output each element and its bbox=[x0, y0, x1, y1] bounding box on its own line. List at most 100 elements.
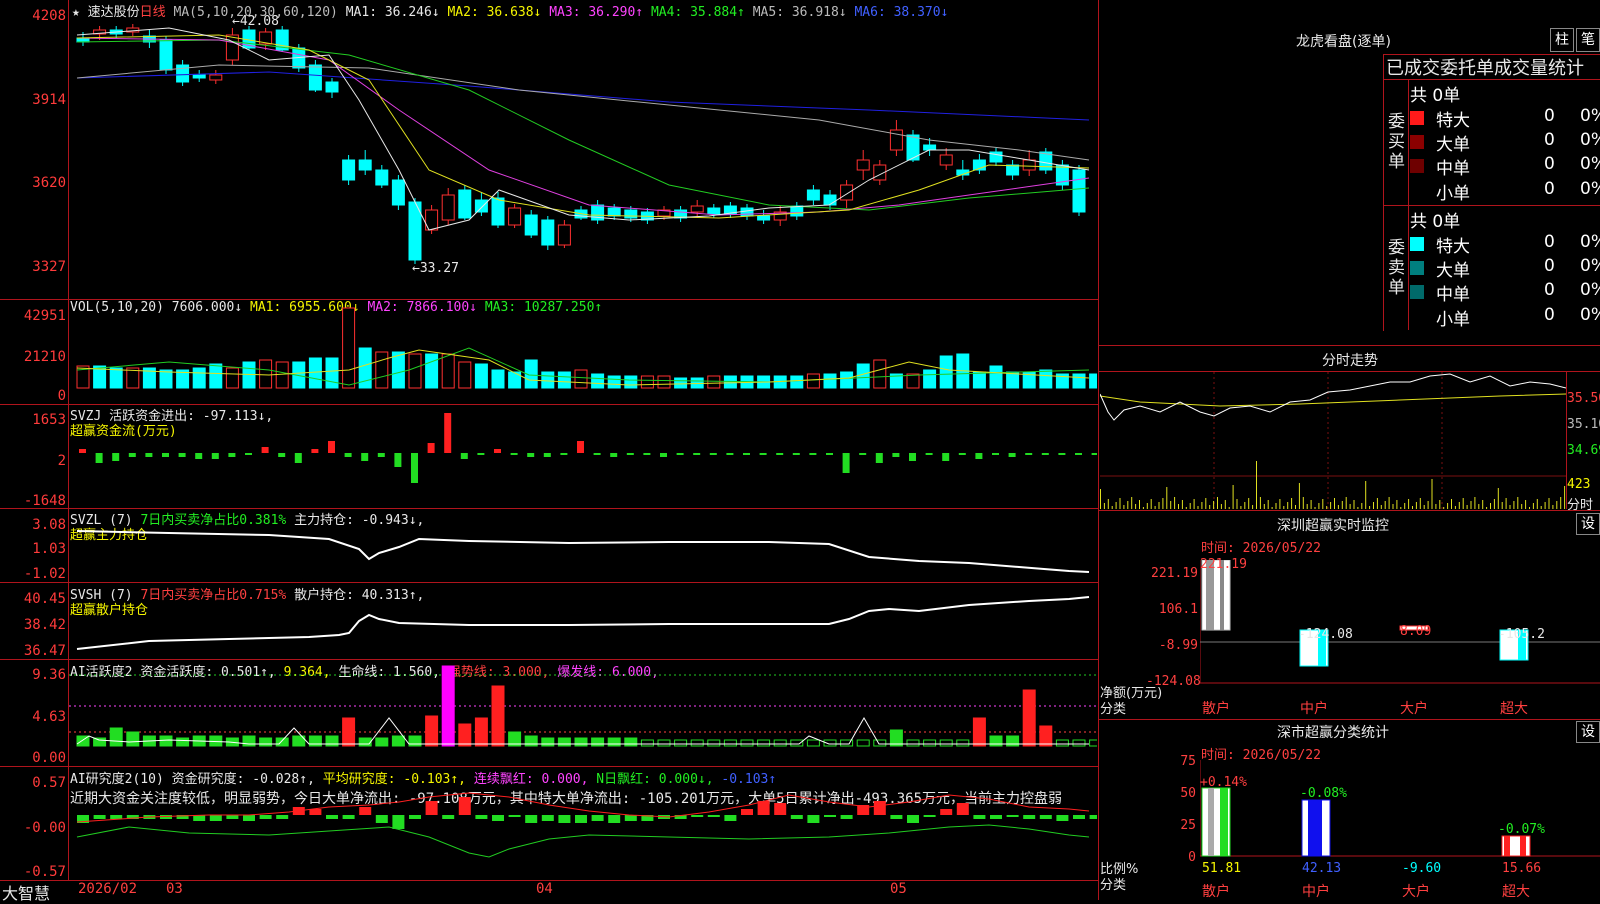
sh-chg-xl: -0.07% bbox=[1498, 822, 1545, 837]
ai1-bar bbox=[939, 739, 953, 747]
volume-bar bbox=[425, 353, 439, 389]
ai2-bar bbox=[1006, 815, 1019, 817]
intraday-volume-bars bbox=[1100, 461, 1566, 509]
svzj-bar bbox=[759, 453, 767, 455]
ai2-bar bbox=[890, 815, 903, 819]
ai1-bar bbox=[856, 739, 870, 747]
intraday-volume-bar bbox=[1396, 500, 1398, 509]
intraday-volume-bar bbox=[1279, 499, 1281, 509]
sell-s-label: 小单 bbox=[1436, 310, 1470, 330]
sh-ytick-2: 50 bbox=[1180, 786, 1196, 801]
ai2-chart[interactable] bbox=[69, 767, 1097, 880]
sell-l-swatch bbox=[1410, 261, 1424, 275]
ai2-bar bbox=[508, 815, 521, 817]
ai1-bar bbox=[1055, 739, 1069, 747]
svzj-bar bbox=[261, 447, 269, 453]
svzj-bar bbox=[178, 453, 186, 457]
svzj-ytick-1: 1653 bbox=[32, 412, 66, 428]
sell-m-pct: 0% bbox=[1580, 280, 1600, 300]
sz-bars bbox=[1201, 560, 1529, 667]
intraday-volume-bar bbox=[1256, 461, 1257, 509]
volume-bar bbox=[391, 351, 405, 389]
svzj-bar bbox=[112, 453, 120, 461]
intraday-avg-line bbox=[1100, 393, 1566, 407]
volume-bar bbox=[574, 369, 588, 389]
svzj-bar bbox=[726, 453, 734, 455]
volume-bar bbox=[541, 371, 555, 389]
svzj-chart[interactable] bbox=[69, 405, 1097, 508]
sh-bars bbox=[1201, 787, 1531, 857]
right-panel-border bbox=[1098, 0, 1099, 900]
intraday-price-2: 35.10 bbox=[1567, 417, 1600, 432]
intraday-volume-bar bbox=[1388, 497, 1390, 509]
sz-value-large: 8.09 bbox=[1400, 624, 1432, 639]
intraday-volume-bar bbox=[1454, 506, 1456, 509]
sh-value-xl: 15.66 bbox=[1502, 861, 1542, 876]
volume-bars bbox=[76, 307, 1097, 389]
intraday-volume-bar bbox=[1509, 505, 1511, 509]
bar-mode-button[interactable]: 柱 bbox=[1550, 28, 1574, 52]
intraday-volume-bar bbox=[1302, 497, 1304, 509]
sh-chg-retail: +0.14% bbox=[1200, 775, 1247, 790]
candle-body bbox=[707, 207, 721, 215]
svsh-ytick-1: 40.45 bbox=[23, 591, 66, 607]
ai1-bar bbox=[491, 685, 505, 747]
ai2-bar bbox=[226, 815, 239, 819]
volume-bar bbox=[225, 367, 239, 389]
sh-bar-mid bbox=[1308, 800, 1322, 856]
volume-bar bbox=[989, 365, 1003, 389]
intraday-volume-bar bbox=[1478, 504, 1480, 509]
intraday-volume-bar bbox=[1525, 500, 1527, 509]
buy-m-value: 0 bbox=[1544, 154, 1555, 174]
candle-body bbox=[939, 154, 953, 166]
ai2-bar bbox=[558, 815, 571, 823]
svzl-chart[interactable] bbox=[69, 509, 1097, 582]
sz-settings-button[interactable]: 设 bbox=[1576, 513, 1600, 535]
intraday-title: 分时走势 bbox=[1322, 353, 1378, 369]
tick-mode-button[interactable]: 笔 bbox=[1576, 28, 1600, 52]
svzj-bar bbox=[676, 453, 684, 455]
candle-body bbox=[823, 194, 837, 206]
sell-m-value: 0 bbox=[1544, 280, 1555, 300]
ma5-value: MA5: 36.918↓ bbox=[752, 5, 847, 20]
period-label[interactable]: 日线 bbox=[140, 5, 166, 20]
intraday-chart[interactable] bbox=[1100, 372, 1566, 509]
candle-body bbox=[192, 74, 206, 79]
sh-value-retail: 51.81 bbox=[1202, 861, 1242, 876]
svsh-chart[interactable] bbox=[69, 583, 1097, 659]
candle-body bbox=[508, 207, 522, 226]
candle-body bbox=[690, 205, 704, 213]
svzj-bar bbox=[1075, 453, 1082, 455]
volume-bar bbox=[657, 375, 671, 389]
candle-body bbox=[923, 144, 937, 151]
sz-value-xl: -105.2 bbox=[1498, 627, 1545, 642]
svsh-ytick-3: 36.47 bbox=[23, 643, 66, 659]
ai1-bar bbox=[923, 739, 937, 747]
ai1-ytick-2: 4.63 bbox=[32, 709, 66, 725]
ai1-bar bbox=[342, 717, 356, 747]
intraday-volume-bar bbox=[1201, 502, 1203, 509]
intraday-volume-bar bbox=[1353, 500, 1355, 509]
star-icon[interactable]: ★ bbox=[72, 5, 80, 20]
intraday-volume-bar bbox=[1146, 503, 1148, 509]
candle-body bbox=[1072, 169, 1086, 213]
intraday-volume-bar bbox=[1392, 504, 1394, 509]
intraday-volume-bar bbox=[1540, 506, 1542, 509]
sh-category: 分类 bbox=[1100, 878, 1127, 893]
volume-bar bbox=[624, 375, 638, 389]
volume-chart[interactable] bbox=[69, 300, 1097, 404]
order-stats-divider-2 bbox=[1383, 205, 1600, 206]
intraday-volume-bar bbox=[1334, 498, 1335, 509]
sell-m-label: 中单 bbox=[1436, 285, 1470, 305]
ai2-bar bbox=[458, 797, 471, 815]
sh-chg-mid: -0.08% bbox=[1300, 786, 1347, 801]
ai1-chart[interactable] bbox=[69, 660, 1097, 766]
intraday-volume-bar bbox=[1517, 497, 1519, 509]
sh-settings-button[interactable]: 设 bbox=[1576, 721, 1600, 743]
intraday-top-border bbox=[1098, 345, 1600, 346]
candlestick-chart[interactable] bbox=[69, 20, 1097, 298]
buy-m-swatch bbox=[1410, 159, 1424, 173]
intraday-volume-bar bbox=[1185, 507, 1187, 509]
main-ytick-3: 3620 bbox=[32, 175, 66, 191]
intraday-volume-bar bbox=[1451, 499, 1452, 509]
